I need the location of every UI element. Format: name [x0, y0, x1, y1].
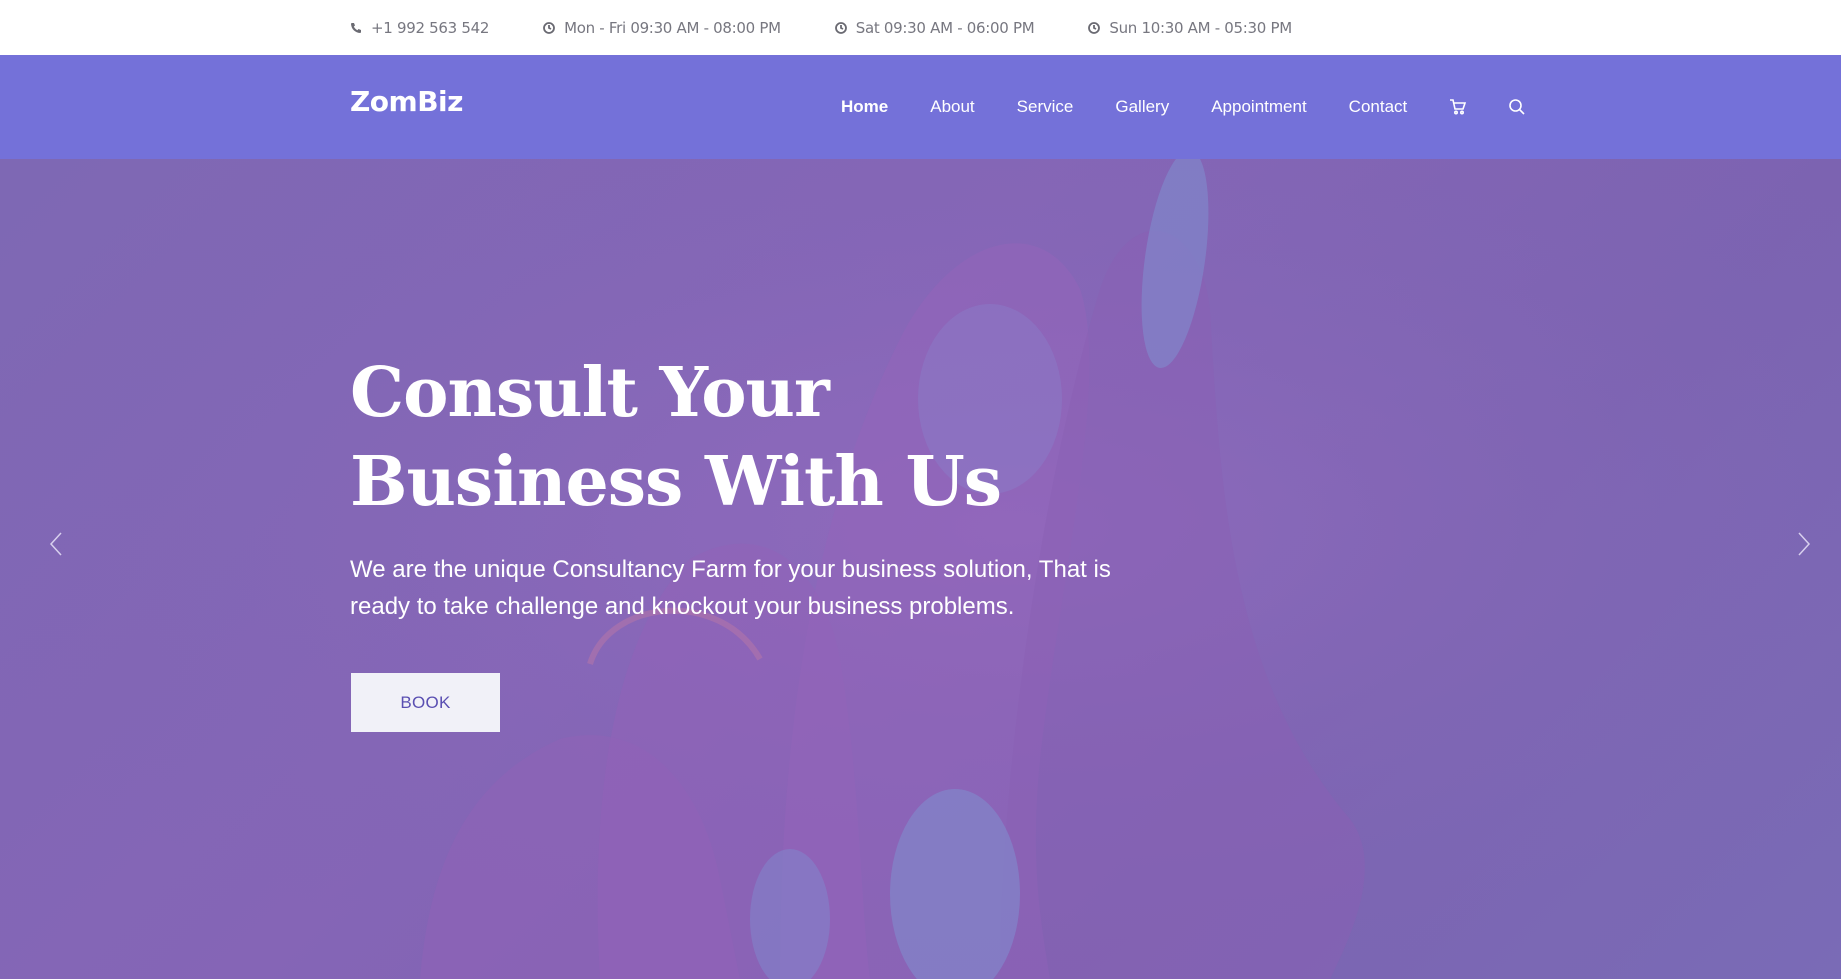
- nav-service[interactable]: Service: [1017, 97, 1074, 117]
- top-info-bar: +1 992 563 542 Mon - Fri 09:30 AM - 08:0…: [0, 0, 1841, 55]
- nav-appointment[interactable]: Appointment: [1211, 97, 1306, 117]
- saturday-hours: Sat 09:30 AM - 06:00 PM: [834, 18, 1035, 37]
- phone-info: +1 992 563 542: [350, 19, 489, 37]
- clock-icon: [834, 21, 847, 34]
- main-navbar: ZomBiz Home About Service Gallery Appoin…: [0, 55, 1841, 159]
- cart-icon[interactable]: [1449, 98, 1467, 116]
- hero-title-line-2: Business With Us: [350, 442, 1002, 522]
- clock-icon: [1088, 21, 1101, 34]
- nav-gallery[interactable]: Gallery: [1115, 97, 1169, 117]
- search-icon[interactable]: [1508, 98, 1526, 116]
- hero-title-line-1: Consult Your: [350, 353, 830, 433]
- saturday-hours-text: Sat 09:30 AM - 06:00 PM: [855, 18, 1035, 37]
- nav-contact[interactable]: Contact: [1349, 97, 1408, 117]
- phone-number: +1 992 563 542: [371, 18, 490, 37]
- chevron-left-icon[interactable]: [48, 531, 64, 557]
- sunday-hours: Sun 10:30 AM - 05:30 PM: [1088, 19, 1292, 37]
- hero-slider: Consult Your Business With Us We are the…: [0, 159, 1841, 979]
- weekday-hours-text: Mon - Fri 09:30 AM - 08:00 PM: [564, 18, 781, 37]
- book-button[interactable]: BOOK: [351, 673, 500, 732]
- phone-icon: [351, 22, 361, 33]
- sunday-hours-text: Sun 10:30 AM - 05:30 PM: [1109, 18, 1292, 37]
- site-logo[interactable]: ZomBiz: [350, 85, 463, 118]
- hero-title: Consult Your Business With Us: [350, 349, 1150, 527]
- hero-description: We are the unique Consultancy Farm for y…: [350, 556, 1111, 620]
- main-nav: Home About Service Gallery Appointment C…: [841, 55, 1567, 159]
- chevron-right-icon[interactable]: [1796, 531, 1812, 557]
- weekday-hours: Mon - Fri 09:30 AM - 08:00 PM: [543, 19, 781, 37]
- clock-icon: [543, 21, 556, 34]
- nav-about[interactable]: About: [930, 97, 974, 117]
- nav-home[interactable]: Home: [841, 97, 888, 117]
